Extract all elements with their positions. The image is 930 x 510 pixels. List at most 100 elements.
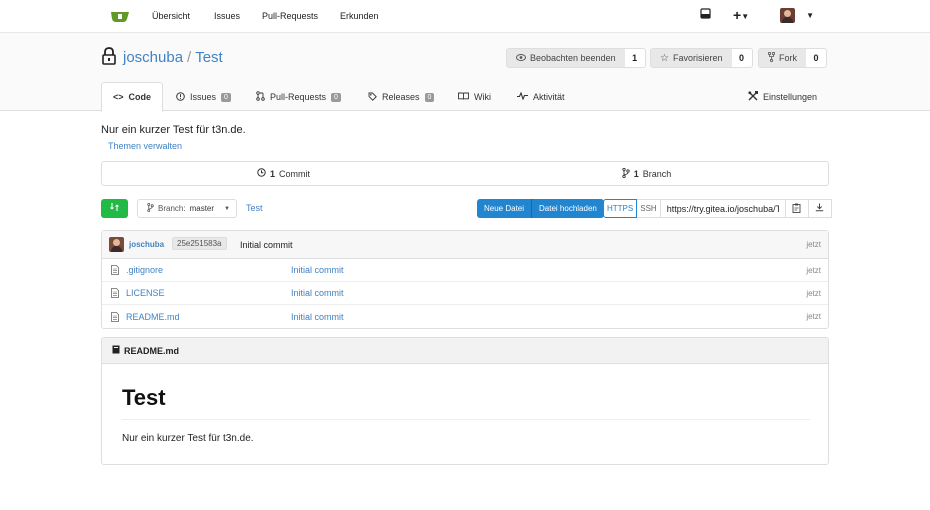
unwatch-button[interactable]: Beobachten beenden bbox=[507, 49, 625, 67]
compare-button[interactable] bbox=[101, 199, 128, 218]
file-text-icon bbox=[111, 259, 119, 281]
tab-wiki-label: Wiki bbox=[474, 92, 491, 102]
book-icon bbox=[458, 92, 469, 102]
table-row: README.md Initial commit jetzt bbox=[102, 305, 828, 328]
watch-group: Beobachten beenden 1 bbox=[506, 48, 646, 68]
download-button[interactable] bbox=[808, 199, 832, 218]
file-name-link[interactable]: README.md bbox=[126, 305, 180, 328]
sync-icon bbox=[110, 202, 119, 215]
star-label: Favorisieren bbox=[672, 53, 723, 63]
repo-stats-bar: 1 Commit 1 Branch bbox=[101, 161, 829, 186]
repo-title: joschuba / Test bbox=[123, 49, 223, 66]
pulse-icon bbox=[517, 91, 528, 102]
manage-topics-link[interactable]: Themen verwalten bbox=[108, 141, 182, 151]
readme-body: Nur ein kurzer Test für t3n.de. bbox=[122, 433, 254, 444]
file-commit-link[interactable]: Initial commit bbox=[291, 305, 344, 328]
breadcrumb-repo-link[interactable]: Test bbox=[246, 203, 263, 213]
commit-age: jetzt bbox=[806, 240, 821, 249]
gitea-logo-icon[interactable] bbox=[110, 9, 130, 23]
branch-dropdown[interactable]: Branch: master ▼ bbox=[137, 199, 237, 218]
inbox-icon[interactable] bbox=[700, 8, 711, 24]
tab-releases-label: Releases bbox=[382, 92, 420, 102]
fork-label: Fork bbox=[779, 53, 797, 63]
tab-wiki[interactable]: Wiki bbox=[458, 82, 491, 112]
nav-explore[interactable]: Erkunden bbox=[340, 11, 379, 21]
repo-owner-link[interactable]: joschuba bbox=[123, 49, 183, 66]
git-branch-icon bbox=[622, 167, 630, 180]
star-group: ☆ Favorisieren 0 bbox=[650, 48, 753, 68]
tab-pull-requests[interactable]: Pull-Requests 0 bbox=[256, 82, 341, 112]
commits-stat[interactable]: 1 Commit bbox=[102, 162, 465, 185]
eye-icon bbox=[516, 53, 526, 63]
nav-overview[interactable]: Übersicht bbox=[152, 11, 190, 21]
file-commit-link[interactable]: Initial commit bbox=[291, 259, 344, 281]
create-new-button[interactable]: +▼ bbox=[733, 7, 749, 23]
commits-label: Commit bbox=[279, 168, 310, 179]
tab-issues[interactable]: Issues 0 bbox=[176, 82, 231, 112]
readme-panel: README.md Test Nur ein kurzer Test für t… bbox=[101, 337, 829, 465]
tab-activity-label: Aktivität bbox=[533, 92, 565, 102]
file-actions-group: Neue Datei Datei hochladen bbox=[477, 199, 604, 218]
file-name-link[interactable]: LICENSE bbox=[126, 282, 165, 304]
new-file-button[interactable]: Neue Datei bbox=[477, 199, 532, 218]
tab-settings[interactable]: Einstellungen bbox=[748, 82, 817, 112]
file-age: jetzt bbox=[806, 265, 821, 275]
repo-description: Nur ein kurzer Test für t3n.de. bbox=[101, 124, 246, 136]
branch-name: master bbox=[189, 204, 215, 213]
caret-down-icon: ▼ bbox=[224, 205, 230, 212]
caret-down-icon: ▼ bbox=[741, 11, 750, 21]
file-text-icon bbox=[111, 305, 119, 328]
clone-https-button[interactable]: HTTPS bbox=[603, 199, 638, 218]
clone-url-input[interactable] bbox=[660, 199, 786, 218]
history-icon bbox=[257, 168, 266, 179]
repo-name-link[interactable]: Test bbox=[195, 49, 223, 66]
table-row: LICENSE Initial commit jetzt bbox=[102, 282, 828, 305]
latest-commit-row: joschuba 25e251583a Initial commit jetzt bbox=[102, 231, 828, 259]
plus-icon: + bbox=[733, 7, 742, 23]
fork-icon bbox=[767, 51, 776, 64]
watch-count[interactable]: 1 bbox=[625, 49, 645, 67]
nav-pull-requests[interactable]: Pull-Requests bbox=[262, 11, 318, 21]
readme-header: README.md bbox=[102, 338, 828, 364]
commit-message: Initial commit bbox=[240, 239, 293, 250]
tab-activity[interactable]: Aktivität bbox=[517, 82, 565, 112]
file-commit-link[interactable]: Initial commit bbox=[291, 282, 344, 304]
tab-pull-requests-label: Pull-Requests bbox=[270, 92, 327, 102]
top-navigation: Übersicht Issues Pull-Requests Erkunden … bbox=[0, 0, 930, 33]
upload-file-button[interactable]: Datei hochladen bbox=[531, 199, 604, 218]
download-icon bbox=[815, 203, 824, 214]
star-button[interactable]: ☆ Favorisieren bbox=[651, 49, 732, 67]
code-icon: <> bbox=[113, 92, 124, 102]
avatar bbox=[780, 8, 795, 23]
issue-opened-icon bbox=[176, 91, 185, 103]
tab-code-label: Code bbox=[128, 92, 152, 102]
commit-sha-label[interactable]: 25e251583a bbox=[172, 237, 227, 250]
fork-button[interactable]: Fork bbox=[759, 49, 806, 67]
nav-issues[interactable]: Issues bbox=[214, 11, 240, 21]
caret-down-icon: ▼ bbox=[806, 11, 814, 20]
user-menu-button[interactable]: ▼ bbox=[780, 8, 814, 24]
table-row: .gitignore Initial commit jetzt bbox=[102, 259, 828, 282]
avatar[interactable] bbox=[109, 237, 124, 252]
releases-count-badge: 0 bbox=[424, 92, 435, 102]
branches-label: Branch bbox=[642, 168, 672, 179]
file-name-link[interactable]: .gitignore bbox=[126, 259, 163, 281]
file-age: jetzt bbox=[806, 312, 821, 321]
star-count[interactable]: 0 bbox=[732, 49, 752, 67]
file-text-icon bbox=[111, 282, 119, 304]
commit-author-link[interactable]: joschuba bbox=[129, 231, 164, 258]
git-pull-request-icon bbox=[256, 91, 265, 103]
unwatch-label: Beobachten beenden bbox=[530, 53, 616, 63]
star-icon: ☆ bbox=[660, 52, 669, 64]
tab-code[interactable]: <> Code bbox=[101, 82, 163, 112]
fork-count[interactable]: 0 bbox=[806, 49, 826, 67]
readme-filename: README.md bbox=[124, 345, 180, 356]
tag-icon bbox=[368, 92, 377, 103]
branch-label: Branch: bbox=[158, 204, 186, 213]
tab-releases[interactable]: Releases 0 bbox=[368, 82, 435, 112]
copy-url-button[interactable] bbox=[785, 199, 809, 218]
branches-stat[interactable]: 1 Branch bbox=[465, 162, 828, 185]
clone-ssh-button[interactable]: SSH bbox=[637, 199, 661, 218]
pulls-count-badge: 0 bbox=[331, 92, 341, 102]
readme-divider bbox=[122, 419, 810, 420]
